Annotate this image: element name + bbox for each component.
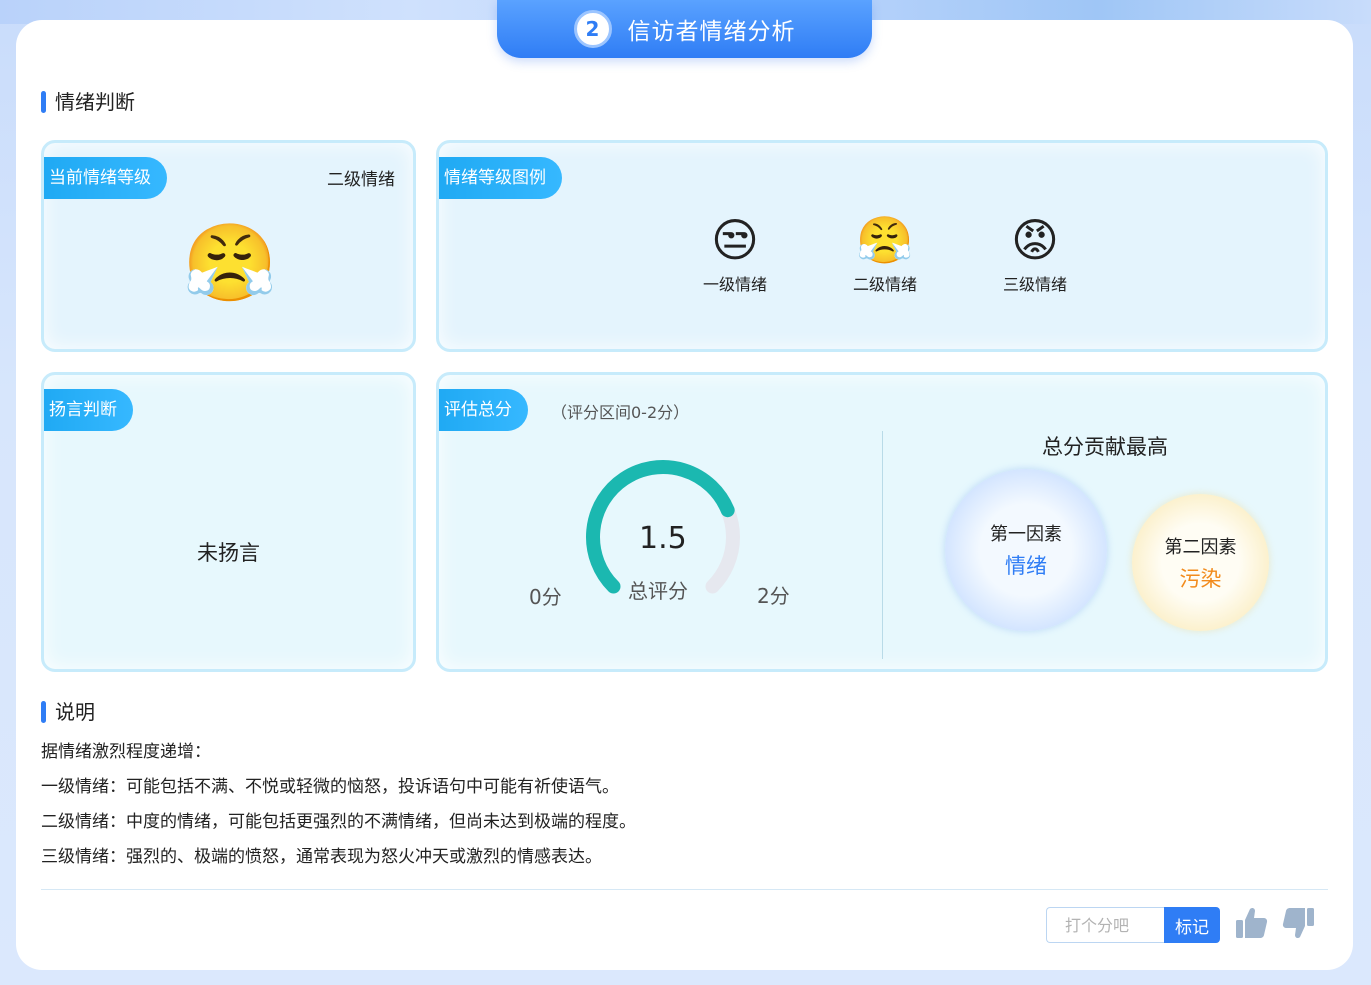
rating-input[interactable] <box>1046 907 1166 943</box>
score-label: 总评分 <box>628 579 688 603</box>
thumbs-down-icon[interactable] <box>1281 905 1317 941</box>
score-value: 1.5 <box>639 521 687 556</box>
description-line: 一级情绪：可能包括不满、不悦或轻微的恼怒，投诉语句中可能有祈使语气。 <box>41 777 619 797</box>
score-card: 评估总分 （评分区间0-2分） 1.5 总评分 0分 2分 总分贡献最高 第一因… <box>436 372 1328 672</box>
footer-divider <box>41 889 1328 890</box>
first-factor-circle: 第一因素 情绪 <box>945 469 1107 631</box>
second-factor-value: 污染 <box>1179 566 1222 591</box>
step-number-badge: 2 <box>573 10 612 48</box>
threat-value: 未扬言 <box>197 541 260 565</box>
current-level-value: 二级情绪 <box>327 170 395 190</box>
description-line: 二级情绪：中度的情绪，可能包括更强烈的不满情绪，但尚未达到极端的程度。 <box>41 812 636 832</box>
top-factors-title: 总分贡献最高 <box>1042 435 1168 459</box>
second-factor-circle: 第二因素 污染 <box>1132 494 1269 631</box>
legend-label-level1: 一级情绪 <box>702 275 767 294</box>
legend-item-level1: 😒 一级情绪 <box>680 217 790 295</box>
score-max-label: 2分 <box>757 584 790 608</box>
current-level-tag: 当前情绪等级 <box>44 157 167 199</box>
mark-button[interactable]: 标记 <box>1164 907 1220 943</box>
threat-tag: 扬言判断 <box>44 389 133 431</box>
legend-label-level2: 二级情绪 <box>852 275 917 294</box>
description-line: 三级情绪：强烈的、极端的愤怒，通常表现为怒火冲天或激烈的情感表达。 <box>41 847 602 867</box>
steam-face-icon: 😤 <box>856 213 914 267</box>
section-title-explanation: 说明 <box>41 700 95 724</box>
first-factor-value: 情绪 <box>1005 554 1047 578</box>
legend-card: 情绪等级图例 😒 一级情绪 😤 二级情绪 😡 三级情绪 <box>436 140 1328 352</box>
legend-label-level3: 三级情绪 <box>1002 275 1067 294</box>
angry-face-icon: 😡 <box>1011 213 1059 267</box>
section-title-emotion-judgement: 情绪判断 <box>41 90 135 114</box>
current-level-card: 当前情绪等级 二级情绪 😤 <box>41 140 416 352</box>
first-factor-label: 第一因素 <box>990 524 1062 545</box>
score-range-note: （评分区间0-2分） <box>551 403 690 422</box>
current-level-emoji-icon: 😤 <box>182 218 278 307</box>
legend-tag: 情绪等级图例 <box>439 157 562 199</box>
legend-item-level2: 😤 二级情绪 <box>830 217 940 295</box>
score-min-label: 0分 <box>529 585 562 609</box>
section-header: 2 信访者情绪分析 <box>497 0 872 58</box>
score-divider <box>882 431 883 659</box>
score-tag: 评估总分 <box>439 389 528 431</box>
second-factor-label: 第二因素 <box>1164 536 1237 558</box>
header-title: 信访者情绪分析 <box>627 19 796 45</box>
description-line: 据情绪激烈程度递增： <box>41 742 211 762</box>
annoyed-face-icon: 😒 <box>711 213 759 267</box>
thumbs-up-icon[interactable] <box>1233 905 1269 941</box>
legend-item-level3: 😡 三级情绪 <box>980 217 1090 295</box>
threat-card: 扬言判断 未扬言 <box>41 372 416 672</box>
